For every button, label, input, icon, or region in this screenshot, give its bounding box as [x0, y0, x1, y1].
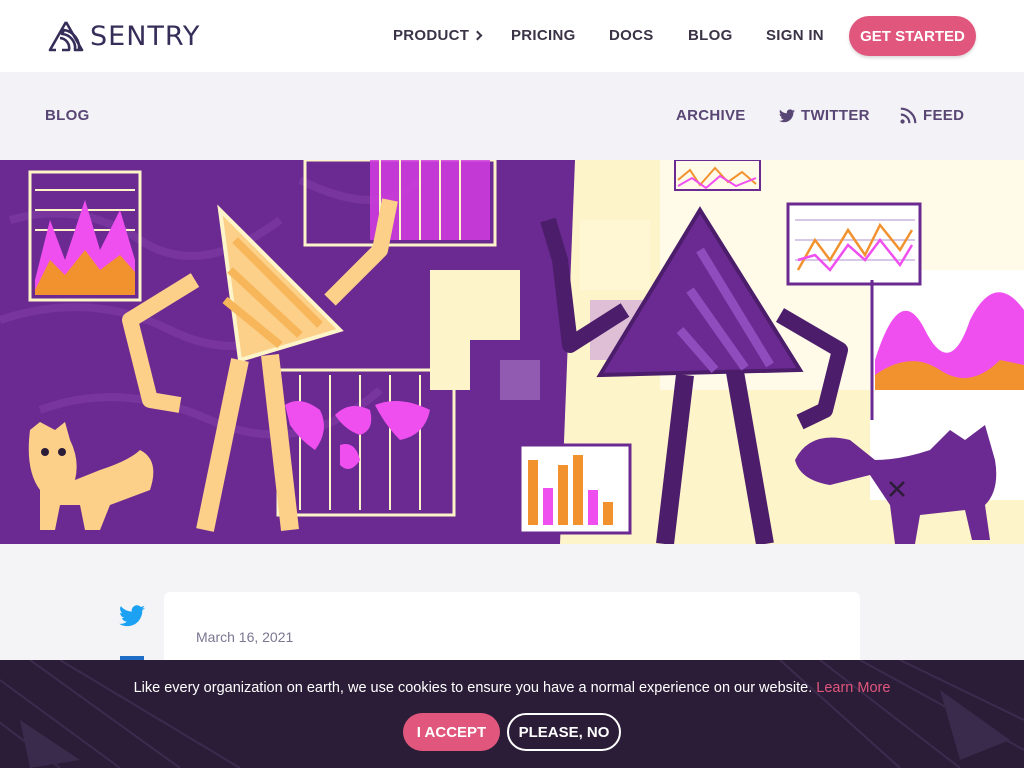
nav-blog[interactable]: BLOG — [688, 27, 733, 44]
subnav-feed-label: FEED — [923, 107, 965, 124]
accept-cookies-button[interactable]: I ACCEPT — [403, 713, 500, 751]
subnav-archive[interactable]: ARCHIVE — [676, 107, 746, 124]
subnav-blog[interactable]: BLOG — [45, 107, 90, 124]
line-chart-illustration — [786, 202, 922, 286]
rss-icon — [900, 107, 917, 124]
subnav-twitter[interactable]: TWITTER — [779, 107, 870, 124]
twitter-icon — [779, 108, 795, 122]
cookie-message: Like every organization on earth, we use… — [0, 680, 1024, 696]
nav-pricing[interactable]: PRICING — [511, 27, 576, 44]
blog-subnav: BLOG ARCHIVE TWITTER FEED — [0, 72, 1024, 160]
subnav-twitter-label: TWITTER — [801, 107, 870, 124]
decline-cookies-button[interactable]: PLEASE, NO — [507, 713, 621, 751]
chevron-right-icon — [472, 30, 483, 41]
subnav-feed[interactable]: FEED — [900, 107, 964, 124]
bar-chart-illustration — [518, 443, 632, 535]
get-started-button[interactable]: GET STARTED — [849, 16, 976, 56]
hero-illustration — [0, 160, 1024, 544]
post-date: March 16, 2021 — [196, 629, 294, 645]
nav-sign-in[interactable]: SIGN IN — [766, 27, 824, 44]
top-navigation: SENTRY PRODUCT PRICING DOCS BLOG SIGN IN… — [0, 0, 1024, 72]
hero-artwork — [0, 160, 1024, 544]
cookie-banner: Like every organization on earth, we use… — [0, 660, 1024, 768]
cookie-message-text: Like every organization on earth, we use… — [133, 680, 813, 696]
nav-product[interactable]: PRODUCT — [393, 27, 483, 44]
brand-name: SENTRY — [90, 20, 201, 52]
nav-product-label: PRODUCT — [393, 27, 470, 44]
sentry-logo[interactable]: SENTRY — [48, 19, 200, 53]
learn-more-link[interactable]: Learn More — [816, 680, 890, 696]
nav-docs[interactable]: DOCS — [609, 27, 654, 44]
cookie-banner-pattern — [0, 660, 1024, 768]
sentry-logo-icon — [48, 21, 84, 52]
share-twitter-icon[interactable] — [119, 603, 145, 629]
